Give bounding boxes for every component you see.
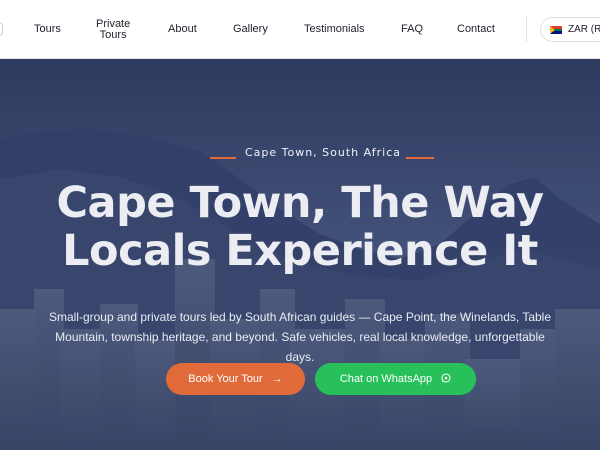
whatsapp-chat-button[interactable]: Chat on WhatsApp (315, 363, 476, 395)
nav-item-testimonials[interactable]: Testimonials (304, 24, 365, 35)
hero-headline-line: Cape Town, The Way (56, 178, 545, 228)
eyebrow-line-right (406, 157, 434, 159)
whatsapp-icon (441, 373, 451, 386)
hero-subtext: Small-group and private tours led by Sou… (48, 310, 552, 364)
nav-item-label: FAQ (401, 23, 424, 35)
nav-item-label: About (168, 23, 197, 35)
nav-item-gallery[interactable]: Gallery (233, 24, 268, 35)
hero-headline: Cape Town, The Way Locals Experience It (0, 179, 600, 275)
hero-headline-line: Locals Experience It (62, 226, 538, 276)
nav-item-faq[interactable]: FAQ (401, 24, 423, 35)
south-africa-flag-icon (550, 25, 562, 34)
nav-item-label: Gallery (233, 23, 268, 35)
nav-item-contact[interactable]: Contact (457, 24, 495, 35)
whatsapp-chat-label: Chat on WhatsApp (339, 373, 433, 385)
nav-divider (526, 16, 527, 42)
arrow-right-icon: → (271, 372, 283, 385)
nav-item-label: Testimonials (304, 23, 365, 35)
currency-label: ZAR (R) (568, 24, 600, 35)
nav-item-label: Tours (34, 23, 61, 35)
nav-item-label: Tours (99, 29, 127, 41)
logo-edge[interactable] (0, 22, 3, 36)
nav-item-tours[interactable]: Tours (34, 24, 61, 35)
hero-section: Cape Town, South Africa Cape Town, The W… (0, 59, 600, 450)
nav-item-about[interactable]: About (168, 24, 197, 35)
eyebrow-line-left (210, 157, 236, 159)
book-tour-label: Book Your Tour (188, 373, 263, 385)
top-navigation: Tours Private Tours About Gallery Testim… (0, 0, 600, 59)
nav-item-private-tours[interactable]: Private Tours (96, 19, 130, 41)
book-tour-button[interactable]: Book Your Tour → (166, 363, 305, 395)
currency-selector[interactable]: ZAR (R) (540, 17, 600, 42)
hero-eyebrow: Cape Town, South Africa (244, 146, 402, 159)
nav-item-label: Contact (457, 23, 495, 35)
